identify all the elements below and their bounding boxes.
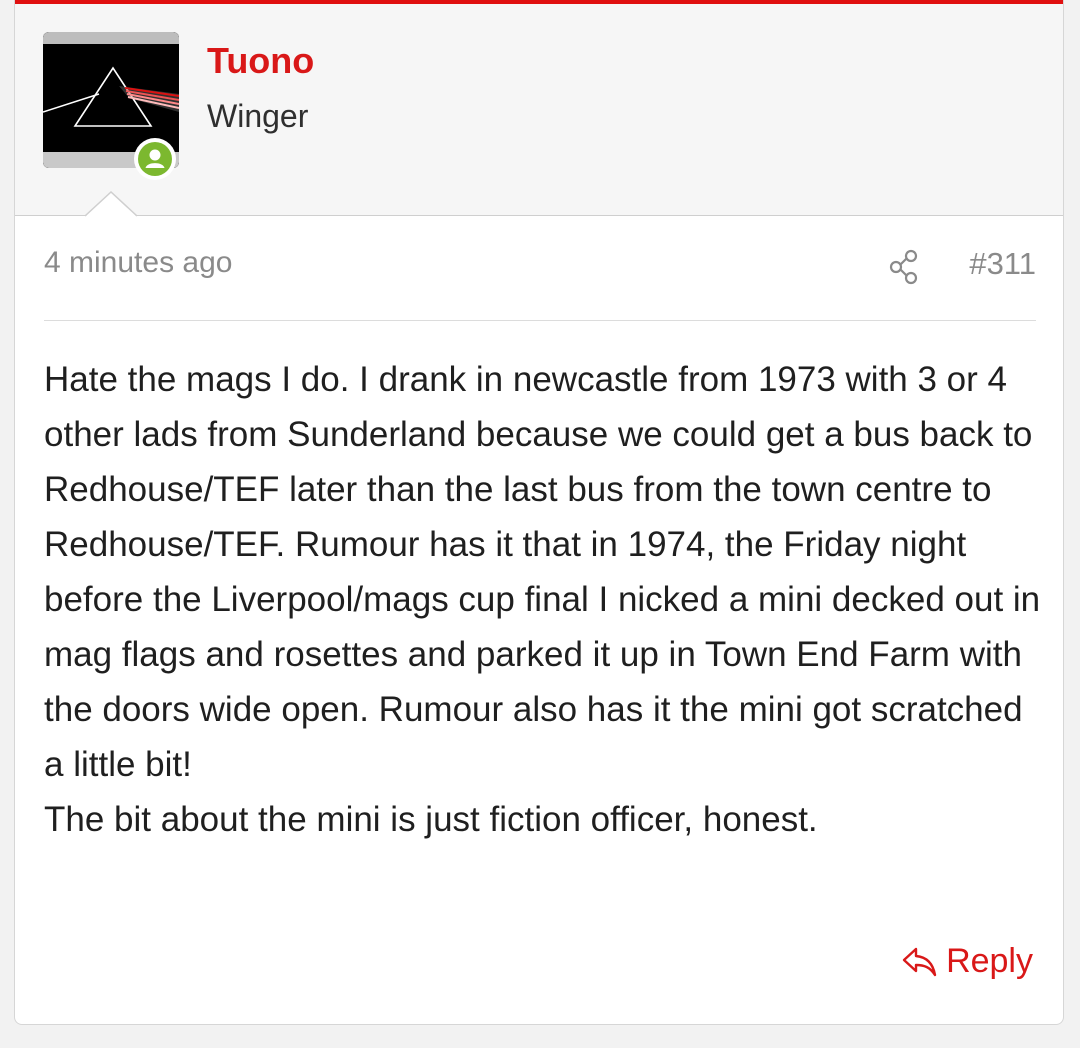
post-meta-row: 4 minutes ago #311	[44, 246, 1036, 290]
post-body: Hate the mags I do. I drank in newcastle…	[44, 352, 1044, 847]
post-timestamp[interactable]: 4 minutes ago	[44, 246, 232, 280]
post-paragraph-2: The bit about the mini is just fiction o…	[44, 800, 818, 839]
user-title: Winger	[207, 98, 309, 134]
username[interactable]: Tuono	[207, 40, 314, 82]
reply-label: Reply	[946, 942, 1033, 980]
post-number-link[interactable]: #311	[969, 246, 1036, 282]
meta-divider	[44, 320, 1036, 321]
post-paragraph-1: Hate the mags I do. I drank in newcastle…	[44, 360, 1041, 784]
post-user-header: Tuono Winger	[15, 4, 1063, 216]
post-card: Tuono Winger 4 minutes ago #311 Hate the…	[14, 0, 1064, 1025]
share-icon[interactable]	[888, 248, 922, 286]
reply-button[interactable]: Reply	[902, 942, 1033, 981]
header-pointer-arrow	[85, 191, 137, 217]
reply-icon	[902, 947, 937, 976]
user-online-icon	[134, 138, 176, 180]
